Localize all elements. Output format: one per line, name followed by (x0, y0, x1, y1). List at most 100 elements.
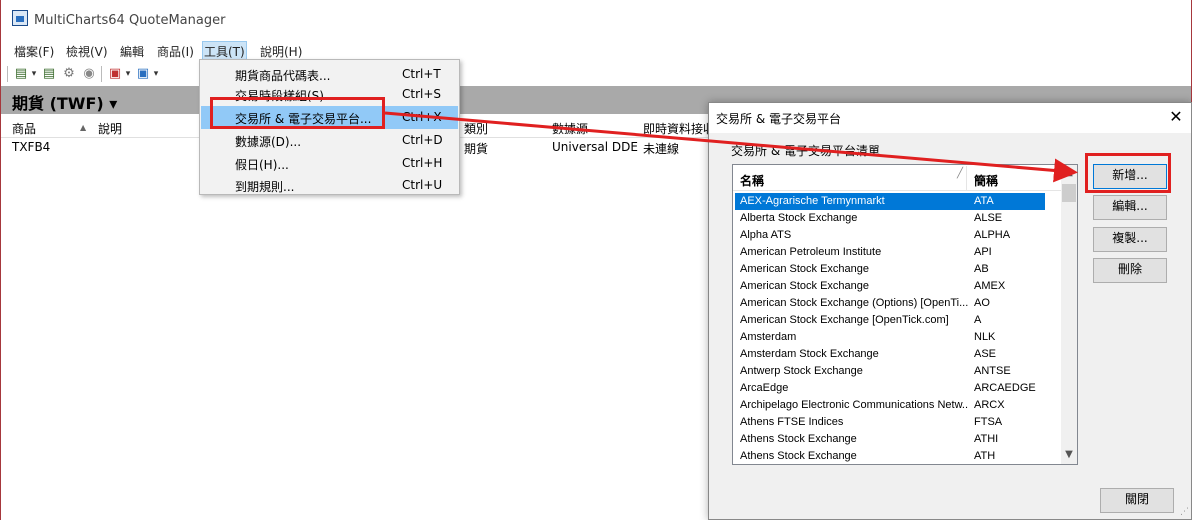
dropdown-arrow-icon[interactable]: ▾ (151, 66, 161, 82)
add-symbol-icon[interactable]: ▤ (13, 66, 29, 82)
dropdown-arrow-icon[interactable]: ▾ (29, 66, 39, 82)
list-item[interactable]: Alberta Stock Exchange ALSE (735, 210, 1045, 227)
sort-indicator-icon: ╱ (957, 168, 964, 179)
list-column-abbr[interactable]: 簡稱 (974, 172, 998, 189)
edit-button[interactable]: 編輯... (1093, 195, 1167, 220)
exchange-abbr: ATA (974, 195, 994, 207)
column-header-category[interactable]: 類別 (464, 120, 488, 137)
exchange-name: American Stock Exchange (740, 280, 870, 292)
exchange-abbr: NLK (974, 331, 996, 343)
close-icon[interactable]: ✕ (1162, 104, 1190, 130)
exchange-name: Amsterdam (740, 331, 797, 343)
list-item[interactable]: Amsterdam Stock Exchange ASE (735, 346, 1045, 363)
menu-bar: 檔案(F) 檢視(V) 編輯 商品(I) 工具(T) 說明(H) (1, 40, 1191, 62)
exchange-abbr: AO (974, 297, 990, 309)
exchange-abbr: ALPHA (974, 229, 1011, 241)
record-icon[interactable]: ◉ (81, 66, 97, 82)
menu-help[interactable]: 說明(H) (258, 43, 304, 60)
exchange-name: Alpha ATS (740, 229, 792, 241)
exchange-abbr: AMEX (974, 280, 1006, 292)
exchange-abbr: ANTSE (974, 365, 1011, 377)
list-item[interactable]: Athens FTSE Indices FTSA (735, 414, 1045, 431)
list-item[interactable]: American Stock Exchange [OpenTick.com] A (735, 312, 1045, 329)
menu-edit[interactable]: 編輯 (118, 43, 146, 60)
sort-ascending-icon: ▲ (80, 123, 87, 132)
toolbar-grip (7, 66, 8, 82)
exchange-name: AEX-Agrarische Termynmarkt (740, 195, 885, 207)
menu-item-shortcut: Ctrl+T (402, 67, 441, 81)
list-item[interactable]: Athens Stock Exchange ATHI (735, 431, 1045, 448)
cell-realtime-status[interactable]: 未連線 (643, 140, 679, 157)
list-item[interactable]: Alpha ATS ALPHA (735, 227, 1045, 244)
list-item[interactable]: Athens Stock Exchange ATH (735, 448, 1045, 465)
column-header-data-source[interactable]: 數據源 (552, 120, 588, 137)
exchange-abbr: A (974, 314, 982, 326)
list-column-name[interactable]: 名稱 (740, 172, 764, 189)
menu-item-data-sources[interactable]: 數據源(D)... Ctrl+D (201, 129, 458, 152)
column-header-symbol[interactable]: 商品 (12, 120, 36, 137)
menu-item-shortcut: Ctrl+D (402, 133, 443, 147)
menu-file[interactable]: 檔案(F) (12, 43, 56, 60)
list-item[interactable]: American Stock Exchange (Options) [OpenT… (735, 295, 1045, 312)
list-item[interactable]: Amsterdam NLK (735, 329, 1045, 346)
column-divider[interactable] (966, 166, 967, 190)
column-header-description[interactable]: 說明 (98, 120, 122, 137)
exchange-name: American Stock Exchange (740, 263, 870, 275)
exchange-name: Alberta Stock Exchange (740, 212, 858, 224)
list-item[interactable]: American Petroleum Institute API (735, 244, 1045, 261)
menu-view[interactable]: 檢視(V) (64, 43, 110, 60)
import-icon[interactable]: ▣ (135, 66, 151, 82)
edit-symbol-icon[interactable]: ▤ (41, 66, 57, 82)
window-title: MultiCharts64 QuoteManager (34, 13, 226, 28)
cell-symbol[interactable]: TXFB4 (12, 140, 50, 154)
resize-grip-icon[interactable]: ⋰ (1180, 507, 1189, 517)
exchange-name: Antwerp Stock Exchange (740, 365, 863, 377)
exchange-name: American Petroleum Institute (740, 246, 882, 258)
list-item[interactable]: AEX-Agrarische Termynmarkt ATA (735, 193, 1045, 210)
menu-item-holidays[interactable]: 假日(H)... Ctrl+H (201, 152, 458, 175)
toolbar: ▤ ▾ ▤ ⚙ ◉ ▣ ▾ ▣ ▾ (1, 62, 1191, 86)
menu-item-label: 到期規則... (235, 180, 295, 194)
exchange-list-label: 交易所 & 電子交易平台清單 (731, 144, 880, 158)
menu-item-label: 數據源(D)... (235, 135, 302, 149)
menu-item-shortcut: Ctrl+S (402, 87, 442, 101)
menu-item-shortcut: Ctrl+X (402, 110, 442, 124)
exchange-abbr: API (974, 246, 992, 258)
column-header-realtime[interactable]: 即時資料接收 (643, 120, 715, 137)
list-vertical-scrollbar[interactable] (1061, 165, 1077, 464)
exchange-abbr: FTSA (974, 416, 1003, 428)
settings-icon[interactable]: ⚙ (61, 66, 77, 82)
annotation-box-add-button (1085, 153, 1171, 193)
list-item[interactable]: ArcaEdge ARCAEDGE (735, 380, 1045, 397)
exchange-name: Athens FTSE Indices (740, 416, 844, 428)
dropdown-arrow-icon[interactable]: ▾ (123, 66, 133, 82)
exchange-name: American Stock Exchange [OpenTick.com] (740, 314, 949, 326)
list-item[interactable]: Archipelago Electronic Communications Ne… (735, 397, 1045, 414)
menu-item-label: 假日(H)... (235, 158, 289, 172)
copy-button[interactable]: 複製... (1093, 227, 1167, 252)
exchange-abbr: ATHI (974, 433, 999, 445)
tab-futures-twf[interactable]: 期貨 (TWF) ▾ (12, 90, 117, 114)
annotation-box-menu-item (210, 97, 385, 129)
cell-data-source[interactable]: Universal DDE (552, 140, 638, 154)
dialog-close-button[interactable]: 關閉 (1100, 488, 1174, 513)
menu-item-expiration-rules[interactable]: 到期規則... Ctrl+U (201, 174, 458, 197)
export-icon[interactable]: ▣ (107, 66, 123, 82)
list-item[interactable]: Antwerp Stock Exchange ANTSE (735, 363, 1045, 380)
exchange-name: Archipelago Electronic Communications Ne… (740, 399, 968, 411)
app-icon (12, 10, 28, 26)
dialog-title: 交易所 & 電子交易平台 (716, 112, 841, 126)
scroll-thumb[interactable] (1062, 184, 1076, 202)
cell-category[interactable]: 期貨 (464, 140, 488, 157)
menu-item-shortcut: Ctrl+U (402, 178, 443, 192)
delete-button[interactable]: 刪除 (1093, 258, 1167, 283)
exchange-abbr: ARCX (974, 399, 1005, 411)
list-item[interactable]: American Stock Exchange AMEX (735, 278, 1045, 295)
list-item[interactable]: American Stock Exchange AB (735, 261, 1045, 278)
scroll-down-arrow-icon[interactable]: ▼ (1061, 449, 1077, 463)
scroll-up-arrow-icon[interactable]: ▲ (1061, 167, 1077, 181)
exchange-name: ArcaEdge (740, 382, 789, 394)
exchange-abbr: ATH (974, 450, 996, 462)
exchange-name: Athens Stock Exchange (740, 433, 857, 445)
menu-symbol[interactable]: 商品(I) (155, 43, 196, 60)
